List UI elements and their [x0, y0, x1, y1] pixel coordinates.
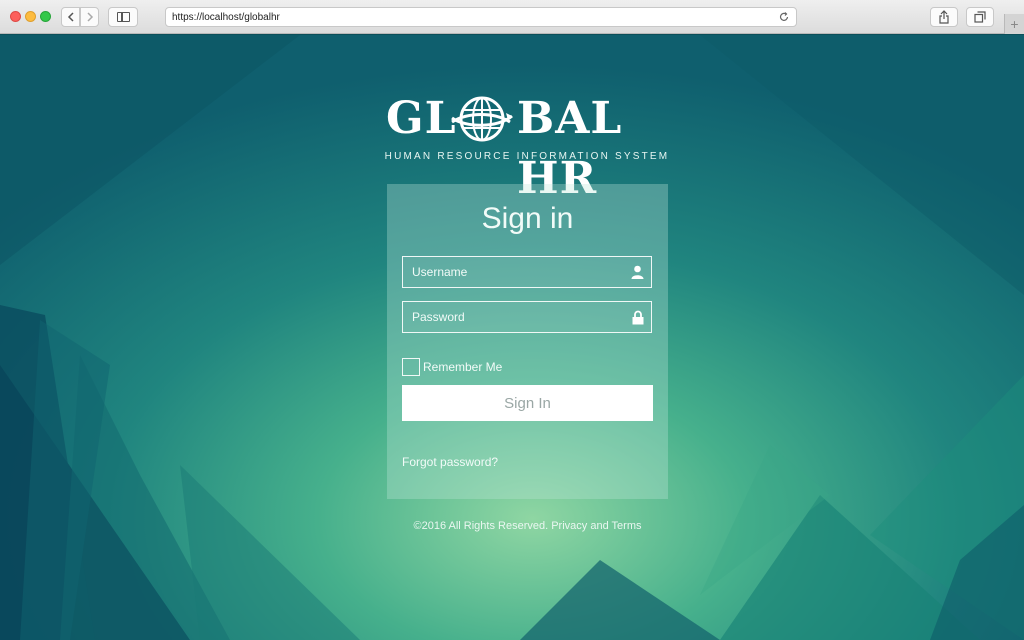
remember-me-row: Remember Me [402, 357, 502, 377]
reload-icon[interactable] [778, 11, 790, 23]
brand-tagline: HUMAN RESOURCE INFORMATION SYSTEM [384, 151, 670, 162]
new-tab-button[interactable]: + [1004, 14, 1024, 34]
lock-icon [632, 310, 644, 325]
chevron-left-icon [67, 12, 74, 22]
minimize-window-button[interactable] [25, 11, 36, 22]
remember-me-label[interactable]: Remember Me [423, 360, 502, 374]
sidebar-icon [117, 12, 130, 22]
footer-copyright[interactable]: ©2016 All Rights Reserved. Privacy and T… [387, 520, 668, 532]
show-tabs-button[interactable] [966, 7, 994, 27]
address-bar[interactable]: https://localhost/globalhr [165, 7, 797, 27]
sign-in-card: Sign in Remember Me Sign In Forgot passw… [387, 184, 668, 499]
close-window-button[interactable] [10, 11, 21, 22]
login-page: GL BAL HR HUMAN RESOURCE INFORMATION SYS… [0, 35, 1024, 640]
sign-in-button[interactable]: Sign In [402, 385, 653, 421]
share-button[interactable] [930, 7, 958, 27]
password-input[interactable] [403, 302, 651, 332]
chevron-right-icon [86, 12, 93, 22]
sidebar-toggle-button[interactable] [108, 7, 138, 27]
share-icon [939, 10, 949, 24]
forgot-password-link[interactable]: Forgot password? [402, 455, 498, 469]
remember-me-checkbox[interactable] [402, 358, 420, 376]
tabs-icon [974, 11, 986, 23]
zoom-window-button[interactable] [40, 11, 51, 22]
brand-logo: GL BAL HR [384, 89, 670, 204]
brand-name-left: GL [386, 93, 457, 144]
sign-in-title: Sign in [481, 202, 574, 235]
password-field-wrapper [402, 301, 652, 333]
url-text: https://localhost/globalhr [172, 12, 280, 23]
forward-button[interactable] [80, 7, 99, 27]
username-input[interactable] [403, 257, 651, 287]
username-field-wrapper [402, 256, 652, 288]
back-button[interactable] [61, 7, 80, 27]
browser-toolbar: https://localhost/globalhr + [0, 0, 1024, 34]
globe-icon [451, 96, 513, 142]
user-icon [631, 265, 644, 279]
